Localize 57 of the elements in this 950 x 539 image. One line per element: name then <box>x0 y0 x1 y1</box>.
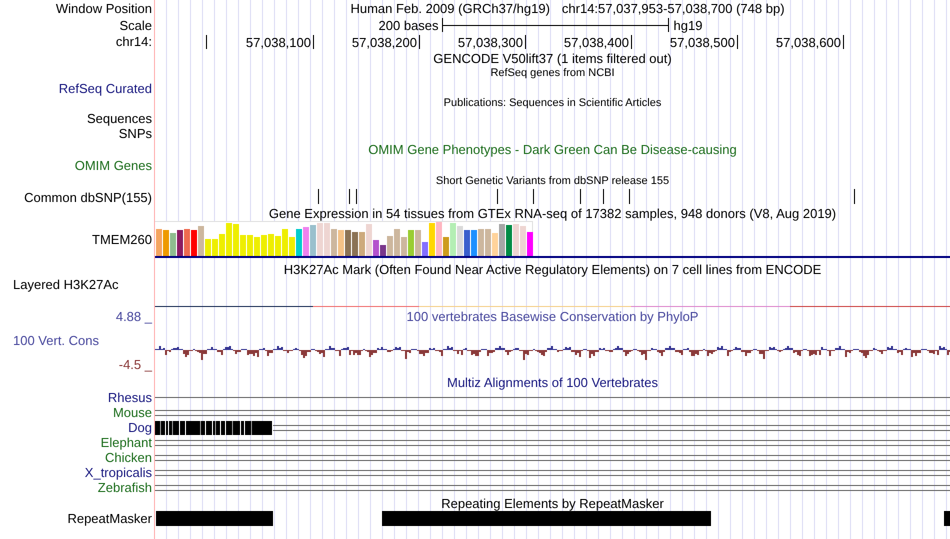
ruler-tick <box>206 35 207 49</box>
snp-tick <box>533 189 534 204</box>
track-title: GENCODE V50lift37 (1 items filtered out) <box>433 52 672 64</box>
axis-max-label: 4.88 _ <box>116 310 152 322</box>
snp-tick <box>629 189 630 204</box>
track-title: H3K27Ac Mark (Often Found Near Active Regulatory Elements) on 7 cell lines from ENCODE <box>284 262 822 276</box>
ruler-tick <box>419 35 420 49</box>
ruler-tick <box>843 35 844 49</box>
track-title: RefSeq genes from NCBI <box>490 68 615 78</box>
snp-tick <box>318 189 319 204</box>
snp-tick <box>497 189 498 204</box>
track-label[interactable]: RefSeq Curated <box>58 82 152 94</box>
track-label[interactable]: 100 Vert. Cons <box>0 334 99 347</box>
ruler-tick <box>737 35 738 49</box>
assembly-label: hg19 <box>674 18 702 32</box>
track-label[interactable]: SNPs <box>118 127 152 140</box>
track-title: Short Genetic Variants from dbSNP release 155 <box>436 176 670 186</box>
track-label[interactable]: RepeatMasker <box>67 512 152 525</box>
ruler-tick <box>313 35 314 49</box>
ruler-label: 57,038,400 <box>564 36 629 49</box>
snp-tick <box>349 189 350 204</box>
track-label[interactable]: Elephant <box>100 436 152 449</box>
track-title: Publications: Sequences in Scientific Articles <box>444 98 662 109</box>
track-label[interactable]: Layered H3K27Ac <box>13 278 119 291</box>
track-label[interactable]: Zebrafish <box>98 481 152 494</box>
track-label[interactable]: Sequences <box>86 112 152 125</box>
track-label[interactable]: OMIM Genes <box>74 158 152 172</box>
track-label[interactable]: Chicken <box>105 451 152 464</box>
track-label[interactable]: Window Position <box>56 2 152 15</box>
ruler-label: 57,038,200 <box>352 36 417 49</box>
track-label[interactable]: Scale <box>119 18 152 32</box>
ruler-label: 57,038,100 <box>246 36 311 49</box>
snp-tick <box>854 189 855 204</box>
track-title: 100 vertebrates Basewise Conservation by PhyloP <box>406 310 698 322</box>
track-title: Multiz Alignments of 100 Vertebrates <box>446 376 658 388</box>
ruler-tick <box>525 35 526 49</box>
scale-length: 200 bases <box>378 18 439 32</box>
ruler-label: 57,038,300 <box>458 36 523 49</box>
position-text: chr14:57,037,953-57,038,700 (748 bp) <box>562 2 785 15</box>
track-label[interactable]: Dog <box>128 421 152 434</box>
track-label[interactable]: X_tropicalis <box>84 466 152 479</box>
snp-tick <box>356 189 357 204</box>
axis-min-label: -4.5 _ <box>118 358 152 371</box>
ruler-label: 57,038,600 <box>776 36 841 49</box>
snp-tick <box>580 189 581 204</box>
track-label[interactable]: TMEM260 <box>92 233 152 246</box>
snp-tick <box>603 189 604 204</box>
track-label[interactable]: Rhesus <box>108 391 152 404</box>
ruler-label: 57,038,500 <box>670 36 735 49</box>
track-title: OMIM Gene Phenotypes - Dark Green Can Be Disease-causing <box>368 142 737 156</box>
track-title: Repeating Elements by RepeatMasker <box>441 496 664 510</box>
track-label[interactable]: Mouse <box>112 406 152 419</box>
ruler-tick <box>631 35 632 49</box>
track-label[interactable]: chr14: <box>116 35 152 48</box>
assembly-title: Human Feb. 2009 (GRCh37/hg19) <box>350 2 550 15</box>
track-label[interactable]: Common dbSNP(155) <box>24 190 152 204</box>
track-title: Gene Expression in 54 tissues from GTEx RNA-seq of 17382 samples, 948 donors (V8, Aug 2019) <box>268 206 836 220</box>
